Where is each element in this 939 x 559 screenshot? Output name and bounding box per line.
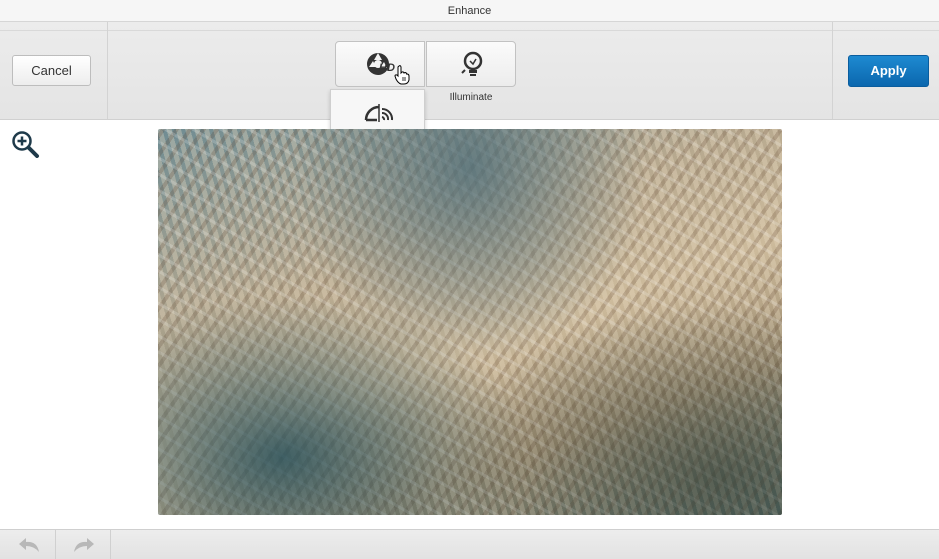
svg-text:HD: HD (379, 62, 395, 74)
zoom-in-icon[interactable] (10, 130, 40, 158)
tool-dropdown-menu[interactable] (330, 89, 425, 134)
redo-icon[interactable] (72, 536, 96, 554)
hand-cursor-icon (394, 65, 410, 85)
toolbar-band (0, 30, 939, 31)
undo-icon[interactable] (17, 536, 41, 554)
toolbar: Cancel HD Illuminate Apply (0, 22, 939, 120)
lightbulb-icon (461, 51, 483, 76)
bottom-bar (0, 529, 939, 559)
photo-preview (158, 129, 782, 515)
bottom-divider (110, 530, 111, 559)
illuminate-label: Illuminate (449, 92, 493, 103)
toolbar-divider (107, 22, 108, 119)
bottom-divider (55, 530, 56, 559)
illuminate-tool-button[interactable] (426, 41, 516, 87)
apply-button[interactable]: Apply (848, 55, 929, 87)
dehaze-icon (364, 104, 394, 122)
hd-tool-button[interactable]: HD (335, 41, 425, 87)
cancel-button[interactable]: Cancel (12, 55, 91, 86)
toolbar-divider (832, 22, 833, 119)
window-title: Enhance (0, 0, 939, 22)
